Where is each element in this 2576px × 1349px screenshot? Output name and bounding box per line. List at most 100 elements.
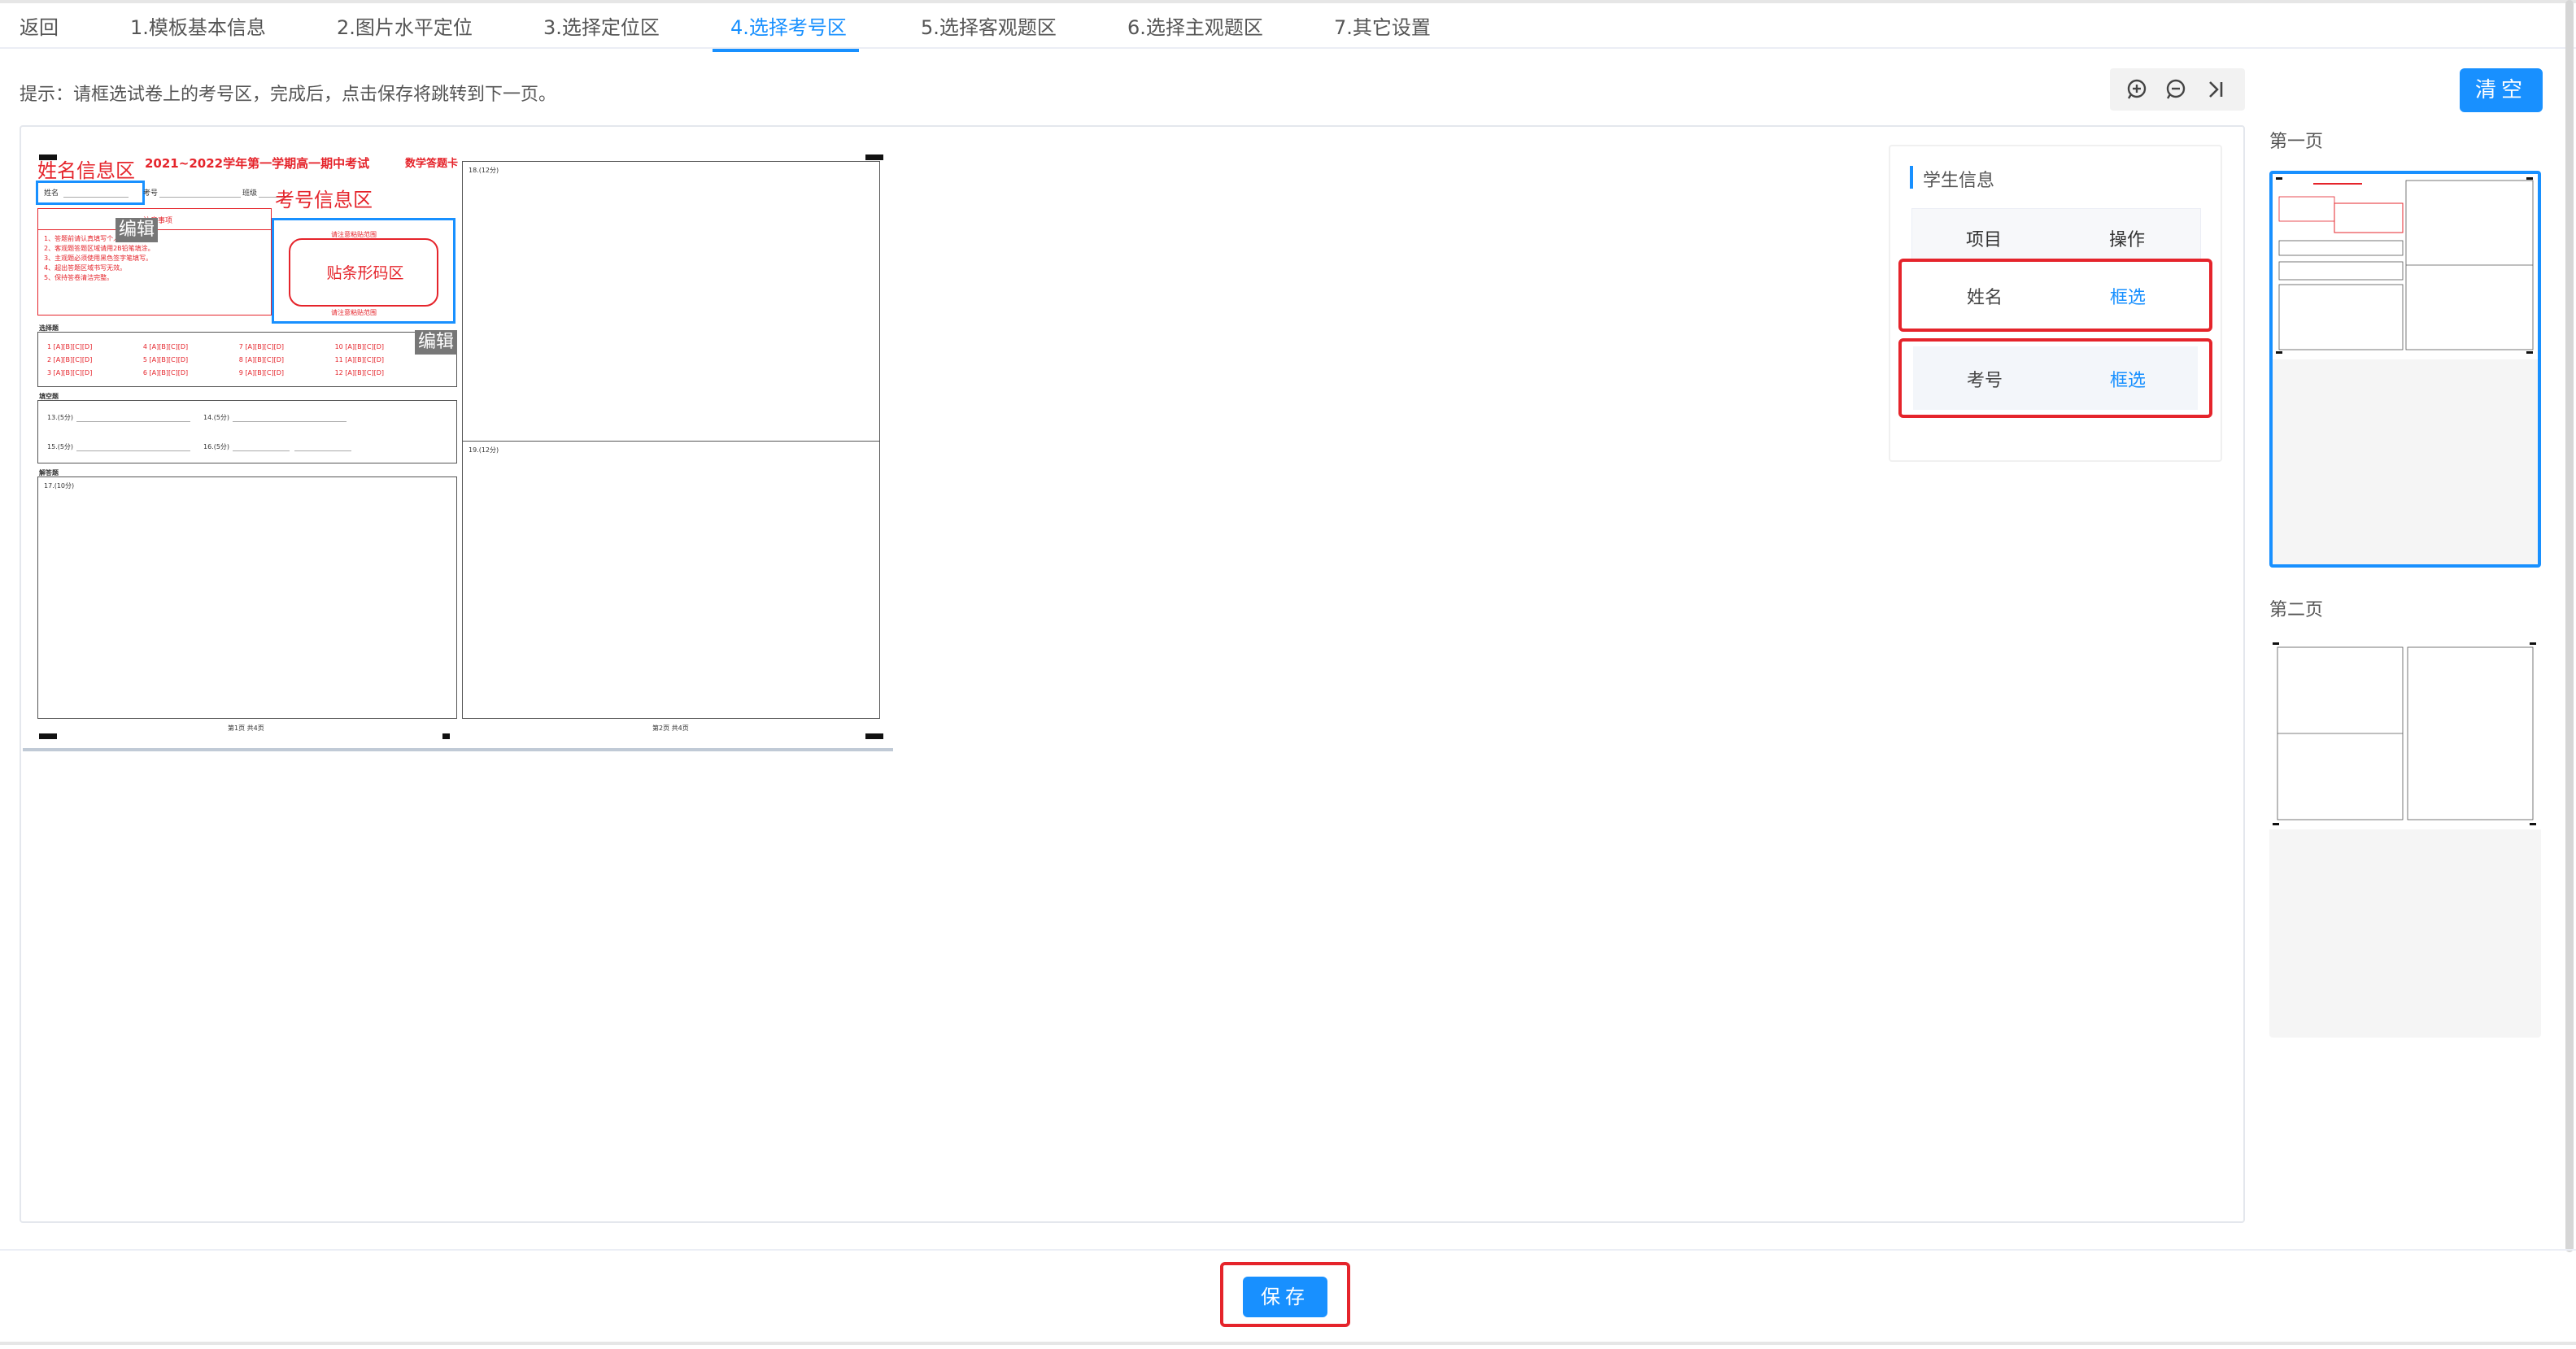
page-1-thumbnail[interactable] bbox=[2269, 171, 2541, 568]
underline bbox=[233, 421, 347, 422]
app-root: 返回 1.模板基本信息 2.图片水平定位 3.选择定位区 4.选择考号区 5.选… bbox=[0, 0, 2576, 1349]
tab-positioning-area[interactable]: 3.选择定位区 bbox=[543, 11, 660, 40]
row-item-name: 姓名 bbox=[1967, 288, 2003, 308]
choice-item: 8 [A][B][C][D] bbox=[238, 356, 285, 363]
student-info-panel: 学生信息 项目 操作 姓名 框选 考号 框选 bbox=[1889, 145, 2222, 462]
skip-next-icon[interactable] bbox=[2203, 76, 2229, 102]
right-column-box bbox=[462, 161, 880, 719]
notice-item: 2、客观题答题区域请用2B铅笔填涂。 bbox=[44, 245, 155, 252]
barcode-bottom-text: 请注意粘贴范围 bbox=[331, 309, 377, 316]
choice-item: 9 [A][B][C][D] bbox=[238, 369, 285, 376]
fill-item: 13.(5分) bbox=[47, 414, 74, 421]
q18-label: 18.(12分) bbox=[469, 167, 499, 174]
barcode-box: 贴条形码区 bbox=[289, 238, 438, 307]
row-item-exam-no: 考号 bbox=[1967, 371, 2003, 391]
select-name-link[interactable]: 框选 bbox=[2110, 283, 2146, 309]
answer-sheet-image[interactable]: 2021~2022学年第一学期高一期中考试 数学答题卡 姓名信息区 姓名 考号 … bbox=[23, 140, 893, 751]
choice-item: 10 [A][B][C][D] bbox=[334, 343, 384, 350]
table-row: 考号 框选 bbox=[1898, 338, 2212, 418]
q17-label: 17.(10分) bbox=[44, 482, 75, 490]
edit-tag-name-area[interactable]: 编辑 bbox=[116, 218, 159, 242]
choice-item: 4 [A][B][C][D] bbox=[142, 343, 189, 350]
save-highlight-frame: 保存 bbox=[1220, 1262, 1350, 1327]
choice-item: 1 [A][B][C][D] bbox=[47, 343, 93, 350]
table-header: 项目 操作 bbox=[1911, 208, 2201, 260]
choice-item: 7 [A][B][C][D] bbox=[238, 343, 285, 350]
choice-item: 12 [A][B][C][D] bbox=[334, 369, 384, 376]
clear-button[interactable]: 清空 bbox=[2460, 68, 2543, 112]
save-button[interactable]: 保存 bbox=[1243, 1277, 1327, 1317]
zoom-out-icon[interactable] bbox=[2164, 76, 2190, 102]
fill-item: 15.(5分) bbox=[47, 443, 74, 450]
locator-mark bbox=[865, 154, 883, 160]
edit-tag-choice-area[interactable]: 编辑 bbox=[415, 330, 458, 355]
name-area-label: 姓名信息区 bbox=[37, 159, 135, 182]
fill-item: 16.(5分) bbox=[203, 443, 230, 450]
underline bbox=[462, 441, 880, 442]
column-header-item: 项目 bbox=[1966, 230, 2003, 250]
bottom-border bbox=[0, 1342, 2576, 1345]
thumbnail-sheet bbox=[2269, 639, 2541, 829]
underline bbox=[76, 450, 190, 451]
row-background bbox=[1913, 346, 2198, 410]
title-accent-bar bbox=[1910, 166, 1913, 189]
thumbnail-sheet bbox=[2273, 174, 2538, 359]
fill-item: 14.(5分) bbox=[203, 414, 230, 421]
page-2-thumbnail[interactable] bbox=[2269, 639, 2541, 1038]
column-header-action: 操作 bbox=[2109, 230, 2146, 250]
tab-image-leveling[interactable]: 2.图片水平定位 bbox=[337, 11, 473, 40]
table-row: 姓名 框选 bbox=[1898, 259, 2212, 332]
locator-mark bbox=[442, 733, 450, 739]
zoom-toolbar bbox=[2110, 68, 2245, 111]
footer-divider bbox=[0, 1249, 2576, 1251]
underline bbox=[76, 421, 190, 422]
class-label: 班级 bbox=[242, 189, 258, 198]
q17-box bbox=[37, 477, 457, 719]
name-label: 姓名 bbox=[44, 189, 59, 198]
sheet-subtitle: 数学答题卡 bbox=[405, 158, 459, 170]
choice-item: 5 [A][B][C][D] bbox=[142, 356, 189, 363]
step-tabs: 返回 1.模板基本信息 2.图片水平定位 3.选择定位区 4.选择考号区 5.选… bbox=[0, 0, 2576, 52]
barcode-text: 贴条形码区 bbox=[326, 264, 404, 282]
notice-item: 3、主观题必须使用黑色签字笔填写。 bbox=[44, 255, 153, 262]
sheet-canvas[interactable]: 2021~2022学年第一学期高一期中考试 数学答题卡 姓名信息区 姓名 考号 … bbox=[20, 125, 2245, 1223]
underline bbox=[294, 450, 351, 451]
locator-mark bbox=[865, 733, 883, 739]
choice-row: 1 [A][B][C][D] 4 [A][B][C][D] 7 [A][B][C… bbox=[47, 343, 384, 350]
underline bbox=[159, 197, 241, 198]
sheet-bottom-edge bbox=[23, 748, 893, 751]
choice-item: 3 [A][B][C][D] bbox=[47, 369, 93, 376]
vertical-scrollbar[interactable] bbox=[2565, 0, 2574, 1252]
choice-row: 3 [A][B][C][D] 6 [A][B][C][D] 9 [A][B][C… bbox=[47, 369, 384, 376]
choice-item: 6 [A][B][C][D] bbox=[142, 369, 189, 376]
tab-exam-number-area[interactable]: 4.选择考号区 bbox=[730, 11, 847, 40]
tab-objective-area[interactable]: 5.选择客观题区 bbox=[921, 11, 1057, 40]
tab-other-settings[interactable]: 7.其它设置 bbox=[1334, 11, 1431, 40]
barcode-area-selection[interactable]: 请注意粘贴范围 贴条形码区 请注意粘贴范围 bbox=[272, 218, 455, 324]
row-background bbox=[1913, 267, 2198, 324]
choice-row: 2 [A][B][C][D] 5 [A][B][C][D] 8 [A][B][C… bbox=[47, 356, 384, 363]
zoom-in-icon[interactable] bbox=[2125, 76, 2151, 102]
q19-label: 19.(12分) bbox=[469, 446, 499, 454]
fill-box bbox=[37, 400, 457, 463]
tab-back[interactable]: 返回 bbox=[20, 11, 59, 40]
choice-item: 2 [A][B][C][D] bbox=[47, 356, 93, 363]
active-tab-indicator bbox=[713, 49, 859, 52]
page-2-label: 第二页 bbox=[2269, 600, 2324, 620]
locator-mark bbox=[39, 733, 57, 739]
select-exam-no-link[interactable]: 框选 bbox=[2110, 366, 2146, 392]
sheet-title: 2021~2022学年第一学期高一期中考试 bbox=[145, 156, 370, 171]
student-info-title: 学生信息 bbox=[1923, 171, 1995, 191]
tab-template-info[interactable]: 1.模板基本信息 bbox=[130, 11, 266, 40]
underline bbox=[63, 197, 129, 198]
choice-item: 11 [A][B][C][D] bbox=[334, 356, 384, 363]
notice-item: 4、超出答题区域书写无效。 bbox=[44, 264, 127, 272]
page-1-label: 第一页 bbox=[2269, 132, 2324, 152]
hint-text: 提示：请框选试卷上的考号区，完成后，点击保存将跳转到下一页。 bbox=[20, 85, 557, 105]
notice-item: 5、保持答卷清洁完整。 bbox=[44, 274, 114, 281]
exam-no-label: 考号 bbox=[143, 189, 159, 198]
exam-number-area-label: 考号信息区 bbox=[275, 189, 373, 211]
underline bbox=[233, 450, 290, 451]
tab-subjective-area[interactable]: 6.选择主观题区 bbox=[1127, 11, 1263, 40]
footer-right: 第2页 共4页 bbox=[652, 725, 689, 732]
